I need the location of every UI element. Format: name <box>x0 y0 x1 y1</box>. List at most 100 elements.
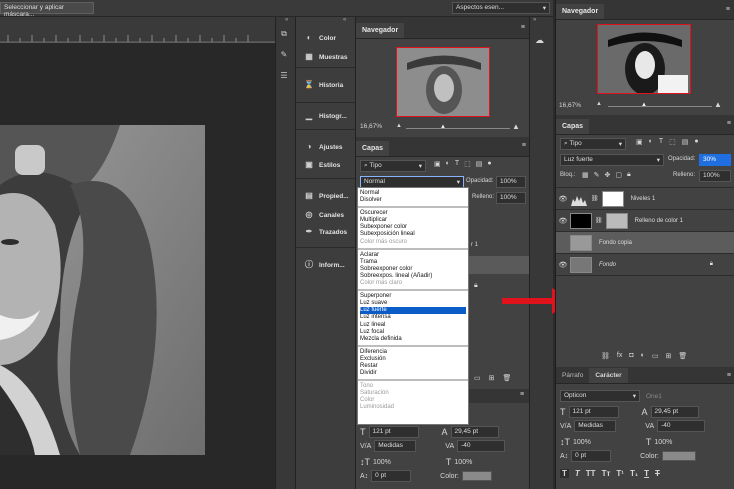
leading-input[interactable]: 29,45 pt <box>650 406 699 418</box>
menu-item[interactable]: Aclarar <box>360 252 466 259</box>
underline-button[interactable]: T <box>644 469 649 478</box>
dock-color[interactable]: ◐ Color <box>296 27 356 49</box>
subscript-button[interactable]: T₁ <box>630 469 638 478</box>
font-size-input[interactable]: 121 pt <box>568 406 619 418</box>
brush-icon[interactable]: ✎ <box>279 50 289 60</box>
trash-icon[interactable]: 🗑︎ <box>678 352 687 360</box>
zoom-in-icon[interactable]: ▲ <box>714 100 722 109</box>
vertical-scale-value[interactable]: 100% <box>373 459 391 466</box>
tracking-select[interactable]: -40 <box>657 420 706 432</box>
sliders-icon[interactable]: ☰ <box>279 71 289 81</box>
shape-filter-icon[interactable]: ⬚ <box>464 160 471 168</box>
navigator-preview[interactable] <box>396 47 490 117</box>
dock-channels[interactable]: ◎ Canales <box>296 207 356 223</box>
menu-item-highlighted[interactable]: Luz fuerte <box>360 307 466 315</box>
font-size-input[interactable]: 121 pt <box>368 426 419 438</box>
kerning-select[interactable]: Medidas <box>574 420 617 432</box>
lock-pixels-icon[interactable]: ▦ <box>582 171 589 179</box>
strikethrough-button[interactable]: T <box>655 469 660 478</box>
fx-icon[interactable]: fx <box>617 352 622 360</box>
blend-mode-menu[interactable]: Normal Disolver Oscurecer Multiplicar Su… <box>357 187 469 425</box>
dock-histogram[interactable]: ▁ Histogr... <box>296 105 356 127</box>
new-layer-icon[interactable]: ⊞ <box>489 374 495 382</box>
blend-mode-select[interactable]: Luz fuerte ▾ <box>560 154 664 166</box>
tab-paragraph[interactable]: Párrafo <box>556 372 589 379</box>
menu-item[interactable]: Luminosidad <box>360 404 466 411</box>
dock-info[interactable]: ⓘ Inform... <box>296 254 356 276</box>
opacity-input[interactable]: 100% <box>496 176 526 188</box>
new-group-icon[interactable]: ▭ <box>474 374 481 382</box>
tab-layers[interactable]: Capas <box>356 141 390 156</box>
baseline-shift-input[interactable]: 0 pt <box>571 450 612 462</box>
menu-item[interactable]: Luz lineal <box>360 322 466 329</box>
zoom-out-icon[interactable]: ▲ <box>596 101 602 107</box>
font-family-select[interactable]: Opticon ▾ <box>560 390 640 402</box>
vertical-scale-value[interactable]: 100% <box>573 439 591 446</box>
layer-row[interactable]: 👁︎ Fondo 🔒︎ <box>556 254 734 276</box>
navigator-zoom-readout[interactable]: 16,67% <box>360 123 382 130</box>
panel-menu-icon[interactable]: ≡ <box>727 372 731 379</box>
text-color-swatch[interactable] <box>461 471 492 481</box>
menu-item[interactable]: Disolver <box>360 197 466 204</box>
eye-icon[interactable]: 👁︎ <box>556 261 570 269</box>
navigator-zoom-readout[interactable]: 16,67% <box>559 102 581 109</box>
menu-item[interactable]: Multiplicar <box>360 217 466 224</box>
dock-properties[interactable]: ▤ Propied... <box>296 185 356 207</box>
menu-item[interactable]: Normal <box>360 190 466 197</box>
new-layer-icon[interactable]: ⊞ <box>665 352 671 360</box>
lock-paint-icon[interactable]: ✎ <box>594 171 600 179</box>
swatch-icon[interactable]: ⧉ <box>279 29 289 39</box>
zoom-slider-handle[interactable]: ▲ <box>641 102 647 108</box>
mask-icon[interactable]: ◘ <box>629 352 633 360</box>
pixel-filter-icon[interactable]: ▣ <box>636 138 643 146</box>
collapse-arrows-icon[interactable]: » <box>533 17 536 23</box>
tab-character[interactable]: Carácter <box>589 367 628 383</box>
dock-styles[interactable]: ▣ Estilos <box>296 158 356 172</box>
tab-navigator[interactable]: Navegador <box>556 4 605 19</box>
canvas-area[interactable] <box>0 17 275 489</box>
adjust-filter-icon[interactable]: ◐ <box>446 160 450 168</box>
smart-filter-icon[interactable]: ▤ <box>682 138 689 146</box>
type-filter-icon[interactable]: T <box>455 160 459 168</box>
menu-item[interactable]: Luz intensa <box>360 314 466 321</box>
pixel-filter-icon[interactable]: ▣ <box>434 160 441 168</box>
menu-item[interactable]: Tono <box>360 383 466 390</box>
layer-row[interactable]: 👁︎ ⛓ Niveles 1 <box>556 188 734 210</box>
small-caps-button[interactable]: Tт <box>602 469 611 478</box>
menu-item[interactable]: Subexposición lineal <box>360 231 466 238</box>
collapse-arrows-icon[interactable]: « <box>285 17 288 23</box>
filter-toggle-icon[interactable]: ● <box>694 138 698 146</box>
menu-item[interactable]: Sobreexpos. lineal (Añadir) <box>360 273 466 280</box>
all-caps-button[interactable]: TT <box>586 469 596 478</box>
link-icon[interactable]: ⛓ <box>601 352 610 360</box>
faux-italic-button[interactable]: T <box>575 469 580 478</box>
navigator-preview[interactable] <box>597 24 691 94</box>
baseline-shift-input[interactable]: 0 pt <box>371 470 412 482</box>
dock-paths[interactable]: ✒ Trazados <box>296 223 356 241</box>
tab-layers[interactable]: Capas <box>556 119 590 134</box>
menu-item[interactable]: Diferencia <box>360 349 466 356</box>
layer-mask[interactable] <box>605 212 628 229</box>
dock-adjustments[interactable]: ◑ Ajustes <box>296 136 356 158</box>
faux-bold-button[interactable]: T <box>560 469 569 478</box>
menu-item[interactable]: Sobreexponer color <box>360 266 466 273</box>
dock-history[interactable]: ⌛ Historia <box>296 74 356 96</box>
menu-item[interactable]: Trama <box>360 259 466 266</box>
menu-item[interactable]: Mezcla definida <box>360 336 466 343</box>
font-style-select[interactable]: One1 <box>646 393 662 400</box>
smart-filter-icon[interactable]: ▤ <box>476 160 483 168</box>
eye-icon[interactable]: 👁︎ <box>556 217 570 225</box>
panel-menu-icon[interactable]: ≡ <box>726 6 730 13</box>
menu-item[interactable]: Superponer <box>360 293 466 300</box>
menu-item[interactable]: Color más oscuro <box>360 239 466 246</box>
zoom-slider[interactable] <box>406 128 510 129</box>
new-group-icon[interactable]: ▭ <box>652 352 659 360</box>
panel-menu-icon[interactable]: ≡ <box>727 120 731 127</box>
layer-row-selected[interactable]: Fondo copia <box>556 232 734 254</box>
type-filter-icon[interactable]: T <box>659 138 663 146</box>
collapse-arrows-icon[interactable]: « <box>343 17 346 23</box>
layer-row-selected[interactable] <box>468 256 530 274</box>
zoom-slider-handle[interactable]: ▲ <box>440 124 446 130</box>
menu-item[interactable]: Oscurecer <box>360 210 466 217</box>
layer-mask[interactable] <box>601 190 624 207</box>
